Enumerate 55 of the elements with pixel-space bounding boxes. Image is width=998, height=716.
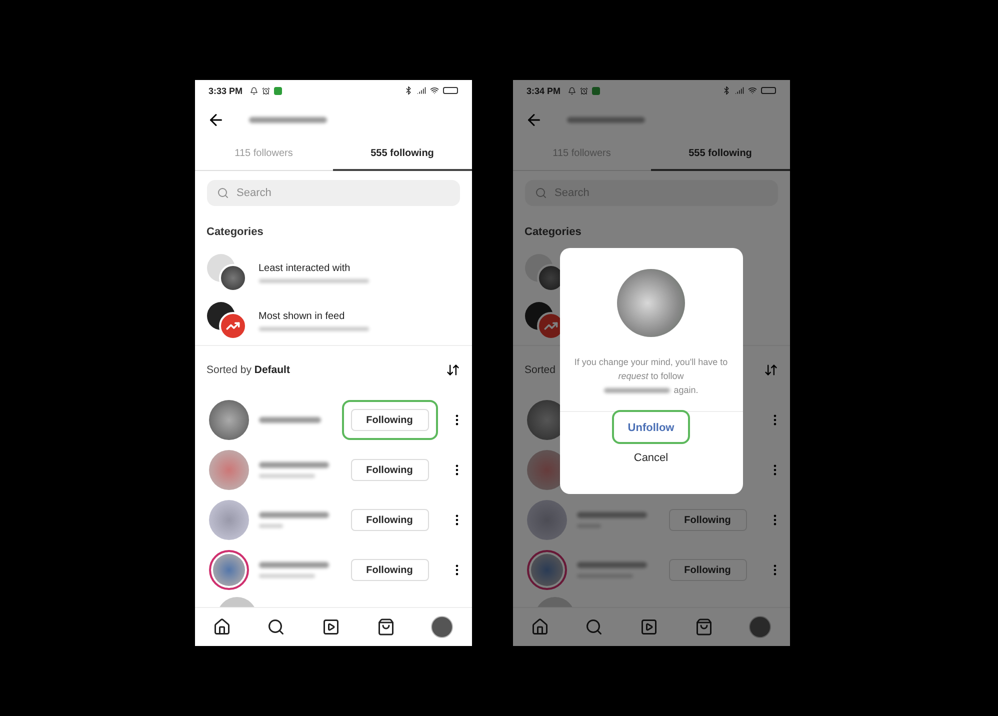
redacted-name xyxy=(576,512,646,518)
status-time: 3:33 PM xyxy=(208,86,243,96)
tab[interactable]: 555 following xyxy=(651,138,790,172)
category-avatar xyxy=(206,254,246,292)
redacted-name xyxy=(576,562,646,568)
redacted-text xyxy=(258,474,314,478)
following-button[interactable]: Following xyxy=(350,459,428,482)
cancel-button[interactable]: Cancel xyxy=(634,450,668,466)
status-time: 3:34 PM xyxy=(526,86,561,96)
app-icon xyxy=(274,86,282,95)
redacted-name xyxy=(258,562,328,568)
section-title: Categories xyxy=(524,225,582,240)
reels-icon[interactable] xyxy=(322,618,340,636)
redacted-text xyxy=(258,524,282,528)
section-title: Categories xyxy=(206,225,264,240)
profile-avatar[interactable] xyxy=(431,616,454,638)
search-field[interactable]: Search xyxy=(206,180,460,206)
following-button[interactable]: Following xyxy=(668,559,746,582)
profile-avatar[interactable] xyxy=(749,616,772,638)
category-label[interactable]: Least interacted with xyxy=(258,263,368,274)
signal-icon xyxy=(734,86,744,96)
alarm-icon xyxy=(580,86,588,95)
category-label[interactable]: Most shown in feed xyxy=(258,310,368,322)
app-icon xyxy=(592,86,600,95)
redacted-name xyxy=(604,388,670,392)
home-icon[interactable] xyxy=(212,618,231,636)
shopping-bag-icon[interactable] xyxy=(376,618,395,636)
redacted-name xyxy=(258,417,320,424)
redacted-text xyxy=(258,574,314,578)
following-button[interactable]: Following xyxy=(350,559,428,582)
sort-icon[interactable] xyxy=(446,363,460,378)
following-button[interactable]: Following xyxy=(668,509,746,532)
wifi-icon xyxy=(748,86,756,96)
bluetooth-icon xyxy=(722,86,730,96)
following-button[interactable]: Following xyxy=(350,409,428,432)
tab[interactable]: 555 following xyxy=(333,138,472,172)
battery-icon xyxy=(760,87,776,94)
unfollow-button[interactable]: Unfollow xyxy=(628,420,674,436)
search-icon xyxy=(534,187,546,200)
bluetooth-icon xyxy=(404,86,412,96)
search-icon[interactable] xyxy=(267,618,286,636)
redacted-name xyxy=(258,512,328,518)
category-avatar xyxy=(206,302,246,340)
battery-icon xyxy=(442,87,458,94)
sort-label: Sorted xyxy=(524,364,556,376)
search-icon xyxy=(216,187,228,200)
redacted-name xyxy=(258,462,328,468)
dialog-message: again. xyxy=(674,384,698,397)
notification-icon xyxy=(250,86,258,95)
signal-icon xyxy=(416,86,426,96)
sort-label: Sorted by Default xyxy=(206,364,290,376)
following-button[interactable]: Following xyxy=(350,509,428,532)
notification-icon xyxy=(568,86,576,95)
wifi-icon xyxy=(430,86,438,96)
alarm-icon xyxy=(262,86,270,95)
